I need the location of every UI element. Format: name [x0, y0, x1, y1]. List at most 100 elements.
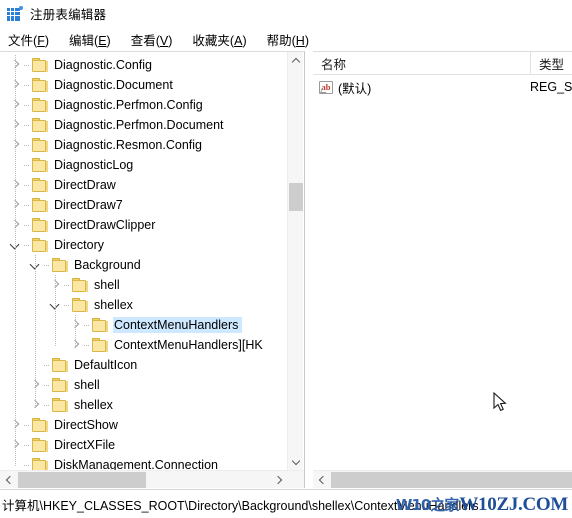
tree-item-diagnostic-perfmon-config[interactable]: Diagnostic.Perfmon.Config	[0, 95, 288, 115]
folder-icon	[32, 458, 49, 470]
title-bar: 注册表编辑器	[0, 0, 572, 26]
chevron-right-icon[interactable]	[8, 115, 24, 135]
tree-item-label: DirectXFile	[54, 438, 116, 452]
registry-values-pane: 名称 类型 ab (默认) REG_SZ	[313, 51, 572, 488]
tree-connector-line	[24, 435, 32, 455]
column-header-type[interactable]: 类型	[530, 52, 572, 75]
menu-view-mnemonic: V	[159, 33, 169, 48]
tree-item-shell[interactable]: shell	[0, 375, 288, 395]
tree-item-label: DefaultIcon	[74, 358, 138, 372]
menu-bar: 文件(F) 编辑(E) 查看(V) 收藏夹(A) 帮助(H)	[0, 28, 572, 50]
tree-horizontal-scrollbar[interactable]	[0, 470, 304, 488]
tree-connector-line	[44, 355, 52, 375]
tree-item-directshow[interactable]: DirectShow	[0, 415, 288, 435]
chevron-right-icon[interactable]	[28, 375, 44, 395]
registry-tree-rows: Diagnostic.Config Diagnostic.Document Diag…	[0, 52, 288, 470]
values-horizontal-scrollbar[interactable]	[313, 470, 572, 488]
tree-scroll-up-button[interactable]	[288, 52, 304, 69]
chevron-right-icon[interactable]	[8, 215, 24, 235]
tree-item-diagnostic-perfmon-document[interactable]: Diagnostic.Perfmon.Document	[0, 115, 288, 135]
folder-icon	[32, 238, 49, 252]
tree-connector-line	[24, 95, 32, 115]
tree-item-contextmenuhandlers[interactable]: ContextMenuHandlers	[0, 315, 288, 335]
tree-item-diskmanagement-connection[interactable]: DiskManagement.Connection	[0, 455, 288, 470]
window-title: 注册表编辑器	[30, 7, 107, 22]
chevron-right-icon[interactable]	[68, 335, 84, 355]
tree-item-contextmenuhandlers-hk[interactable]: ContextMenuHandlers][HK	[0, 335, 288, 355]
value-name: (默认)	[338, 81, 372, 96]
chevron-right-icon[interactable]	[68, 315, 84, 335]
tree-item-diagnostic-document[interactable]: Diagnostic.Document	[0, 75, 288, 95]
tree-item-directory[interactable]: Directory	[0, 235, 288, 255]
tree-item-diagnostic-resmon-config[interactable]: Diagnostic.Resmon.Config	[0, 135, 288, 155]
tree-item-directxfile[interactable]: DirectXFile	[0, 435, 288, 455]
menu-help[interactable]: 帮助(H)	[267, 28, 317, 51]
chevron-down-icon[interactable]	[8, 235, 24, 255]
registry-tree[interactable]: Diagnostic.Config Diagnostic.Document Diag…	[0, 52, 288, 470]
chevron-right-icon[interactable]	[8, 195, 24, 215]
tree-item-shellex[interactable]: shellex	[0, 295, 288, 315]
registry-editor-icon	[7, 5, 23, 21]
tree-item-directdraw[interactable]: DirectDraw	[0, 175, 288, 195]
string-value-icon: ab	[319, 80, 333, 94]
tree-vertical-scrollbar[interactable]	[287, 52, 303, 470]
value-row[interactable]: ab (默认) REG_SZ	[313, 77, 572, 97]
tree-scroll-down-button[interactable]	[288, 453, 304, 470]
chevron-right-icon[interactable]	[8, 55, 24, 75]
menu-favorites-label: 收藏夹	[192, 33, 230, 48]
folder-icon	[52, 398, 69, 412]
chevron-right-icon[interactable]	[8, 415, 24, 435]
folder-icon	[52, 258, 69, 272]
tree-scroll-right-button[interactable]	[270, 471, 287, 488]
tree-item-diagnosticlog[interactable]: DiagnosticLog	[0, 155, 288, 175]
registry-tree-pane: Diagnostic.Config Diagnostic.Document Diag…	[0, 51, 305, 488]
menu-view[interactable]: 查看(V)	[131, 28, 181, 51]
chevron-down-icon[interactable]	[28, 255, 44, 275]
values-horizontal-scroll-thumb[interactable]	[331, 472, 572, 488]
tree-connector-line	[64, 275, 72, 295]
folder-icon	[32, 98, 49, 112]
chevron-right-icon[interactable]	[28, 395, 44, 415]
status-path: 计算机\HKEY_CLASSES_ROOT\Directory\Backgrou…	[2, 498, 479, 513]
folder-icon	[32, 438, 49, 452]
tree-scroll-left-button[interactable]	[0, 471, 17, 488]
values-scroll-left-button[interactable]	[313, 471, 330, 488]
tree-leaf-spacer	[28, 355, 44, 375]
tree-item-shell[interactable]: shell	[0, 275, 288, 295]
tree-item-label: DirectDraw7	[54, 198, 123, 212]
folder-icon	[92, 318, 109, 332]
tree-item-defaulticon[interactable]: DefaultIcon	[0, 355, 288, 375]
tree-connector-line	[24, 235, 32, 255]
tree-guide-line	[15, 55, 16, 467]
folder-icon	[92, 338, 109, 352]
chevron-right-icon[interactable]	[8, 175, 24, 195]
tree-connector-line	[24, 215, 32, 235]
menu-file[interactable]: 文件(F)	[8, 28, 57, 51]
folder-icon	[32, 78, 49, 92]
tree-item-label: DirectDrawClipper	[54, 218, 156, 232]
tree-item-background[interactable]: Background	[0, 255, 288, 275]
tree-item-shellex[interactable]: shellex	[0, 395, 288, 415]
tree-connector-line	[24, 415, 32, 435]
tree-vertical-scroll-thumb[interactable]	[289, 183, 303, 211]
chevron-right-icon[interactable]	[8, 75, 24, 95]
tree-item-diagnostic-config[interactable]: Diagnostic.Config	[0, 55, 288, 75]
tree-item-label: DirectDraw	[54, 178, 116, 192]
chevron-right-icon[interactable]	[8, 135, 24, 155]
column-header-name[interactable]: 名称	[313, 52, 530, 75]
folder-icon	[32, 218, 49, 232]
chevron-down-icon[interactable]	[48, 295, 64, 315]
tree-horizontal-scroll-thumb[interactable]	[18, 472, 146, 488]
tree-item-directdraw7[interactable]: DirectDraw7	[0, 195, 288, 215]
tree-leaf-spacer	[8, 155, 24, 175]
chevron-right-icon[interactable]	[8, 435, 24, 455]
menu-favorites[interactable]: 收藏夹(A)	[192, 28, 254, 51]
chevron-right-icon[interactable]	[48, 275, 64, 295]
menu-edit[interactable]: 编辑(E)	[69, 28, 119, 51]
menu-help-label: 帮助	[266, 33, 292, 48]
menu-file-label: 文件	[8, 33, 34, 48]
tree-connector-line	[44, 375, 52, 395]
chevron-right-icon[interactable]	[8, 95, 24, 115]
values-column-header: 名称 类型	[313, 52, 572, 75]
tree-item-directdrawclipper[interactable]: DirectDrawClipper	[0, 215, 288, 235]
